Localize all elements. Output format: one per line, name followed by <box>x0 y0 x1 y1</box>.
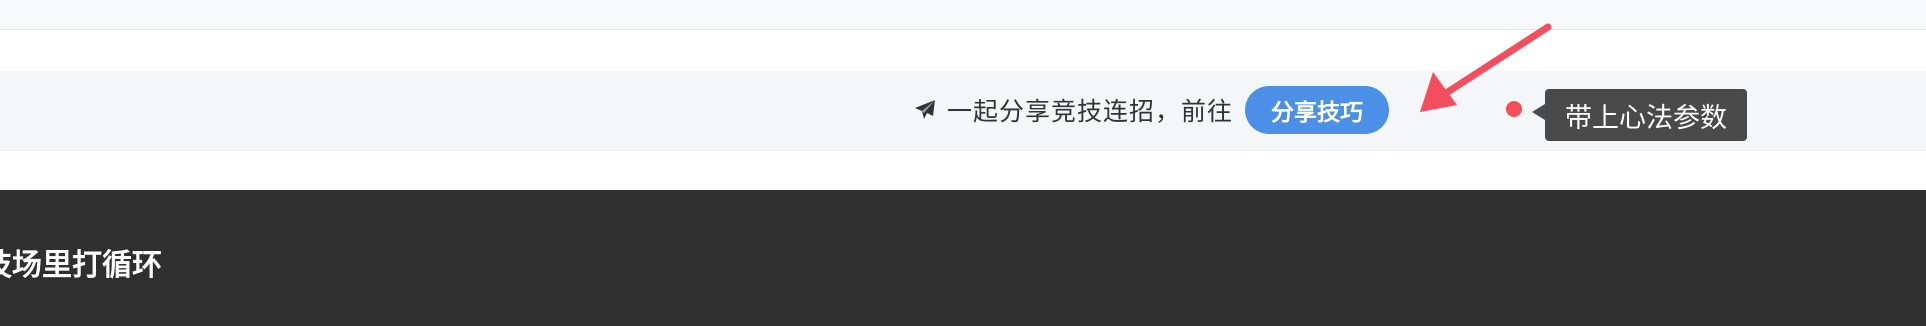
top-strip <box>0 0 1926 30</box>
dark-section <box>0 190 1926 326</box>
share-content: 一起分享竞技连招，前往 分享技巧 <box>913 86 1390 134</box>
status-dot <box>1506 101 1522 117</box>
page: 一起分享竞技连招，前往 分享技巧 带上心法参数 技场里打循环 <box>0 0 1926 326</box>
section-title: 技场里打循环 <box>0 248 162 283</box>
tooltip-text: 带上心法参数 <box>1565 102 1727 134</box>
share-prompt-text: 一起分享竞技连招，前往 <box>947 97 1234 126</box>
tooltip-caret <box>1532 104 1545 120</box>
tooltip: 带上心法参数 <box>1545 89 1747 141</box>
share-tips-button[interactable]: 分享技巧 <box>1245 86 1390 134</box>
paper-plane-icon <box>915 100 935 119</box>
